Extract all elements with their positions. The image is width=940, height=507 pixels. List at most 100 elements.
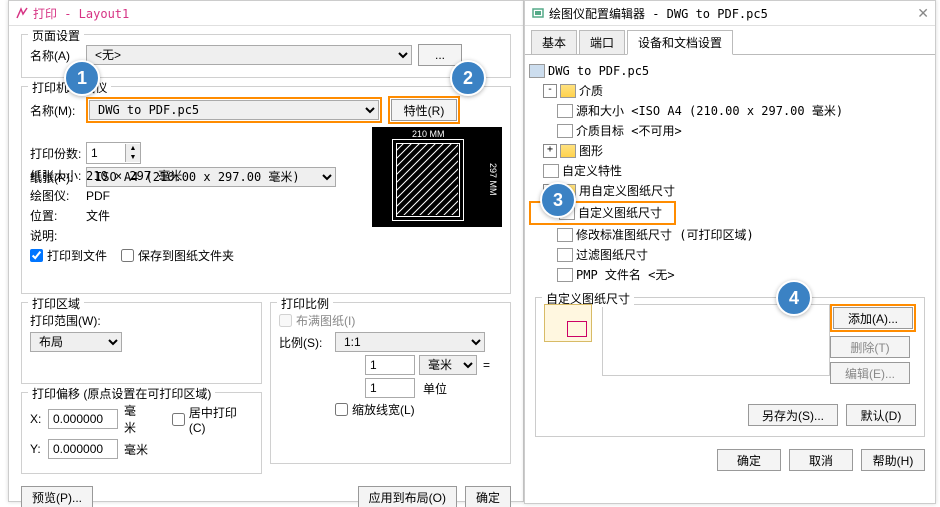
page-icon <box>557 124 573 138</box>
unit-text: 单位 <box>423 380 447 397</box>
pv-hatch <box>372 127 502 227</box>
y-unit: 毫米 <box>124 441 148 458</box>
copies-input[interactable] <box>87 144 125 162</box>
copies-spinner[interactable]: ▲▼ <box>86 142 141 164</box>
page-icon <box>543 164 559 178</box>
tree-filter[interactable]: 过滤图纸尺寸 <box>576 245 648 265</box>
paper-size-label: 纸张大小: <box>30 167 86 184</box>
tree-mod-std[interactable]: 修改标准图纸尺寸 (可打印区域) <box>576 225 754 245</box>
tab-basic[interactable]: 基本 <box>531 30 577 54</box>
scale-unit-select[interactable]: 毫米 <box>419 355 477 375</box>
expand-icon[interactable]: + <box>543 144 557 158</box>
equals-label: = <box>483 358 490 372</box>
plotter-label: 绘图仪: <box>30 187 86 204</box>
marker-1: 1 <box>64 60 100 96</box>
plotter-value: PDF <box>86 189 110 203</box>
apply-layout-button[interactable]: 应用到布局(O) <box>358 486 457 507</box>
paper-preview: 210 MM 297 MM <box>372 127 502 227</box>
fit-paper-check[interactable]: 布满图纸(I) <box>279 312 355 329</box>
printer-group: 打印机/绘图仪 名称(M): DWG to PDF.pc5 特性(R) 纸张(P… <box>21 86 511 294</box>
page-icon <box>557 268 573 282</box>
print-to-file-check[interactable]: 打印到文件 <box>30 247 107 264</box>
pad2 <box>279 381 335 395</box>
window-title: 打印 - Layout1 <box>33 5 129 22</box>
page-name-select[interactable]: <无> <box>86 45 412 65</box>
tree-custom-props[interactable]: 自定义特性 <box>562 161 622 181</box>
center-print-check[interactable]: 居中打印(C) <box>172 404 253 435</box>
scale-title: 打印比例 <box>277 295 333 312</box>
plotter-window-title: 绘图仪配置编辑器 - DWG to PDF.pc5 <box>549 5 768 22</box>
tree-source-size[interactable]: 源和大小 <ISO A4 (210.00 x 297.00 毫米) <box>576 101 843 121</box>
help-button[interactable]: 帮助(H) <box>861 449 925 471</box>
scale-group: 打印比例 布满图纸(I) 比例(S): 1:1 毫米 = <box>270 302 511 464</box>
y-label: Y: <box>30 442 48 456</box>
page-icon <box>557 248 573 262</box>
paper-size-value: 210 × 297 毫米 <box>86 167 182 184</box>
highlight-4: 添加(A)... <box>830 304 916 332</box>
delete-size-button[interactable]: 删除(T) <box>830 336 910 358</box>
plotter-config-dialog: 绘图仪配置编辑器 - DWG to PDF.pc5 ✕ 基本 端口 设备和文档设… <box>524 0 936 504</box>
note-label: 说明: <box>30 227 86 244</box>
y-input[interactable] <box>48 439 118 459</box>
add-size-button[interactable]: 添加(A)... <box>833 307 913 329</box>
save-to-folder-check[interactable]: 保存到图纸文件夹 <box>121 247 234 264</box>
position-value: 文件 <box>86 207 110 224</box>
preview-button[interactable]: 预览(P)... <box>21 486 93 507</box>
position-label: 位置: <box>30 207 86 224</box>
print-area-group: 打印区域 打印范围(W): 布局 <box>21 302 262 384</box>
copies-label: 打印份数: <box>30 145 86 162</box>
config-tree[interactable]: DWG to PDF.pc5 - 介质 源和大小 <ISO A4 (210.00 … <box>525 55 935 291</box>
plotter-titlebar[interactable]: 绘图仪配置编辑器 - DWG to PDF.pc5 ✕ <box>525 1 935 26</box>
expand-icon[interactable]: - <box>543 84 557 98</box>
tab-bar: 基本 端口 设备和文档设置 <box>525 30 935 55</box>
tree-user-paper[interactable]: 用自定义图纸尺寸 <box>579 181 675 201</box>
custom-size-panel: 自定义图纸尺寸 添加(A)... 删除(T) 编辑(E)... 另存为(S)..… <box>535 297 925 437</box>
print-area-title: 打印区域 <box>28 295 84 312</box>
paper-thumb-icon <box>544 304 592 342</box>
titlebar[interactable]: 打印 - Layout1 <box>9 1 523 26</box>
stage: { "markers": {"m1":"1","m2":"2","m3":"3"… <box>0 0 940 507</box>
folder-icon <box>560 144 576 158</box>
tab-device[interactable]: 设备和文档设置 <box>627 30 733 55</box>
spinner-arrows[interactable]: ▲▼ <box>125 144 140 162</box>
highlight-1: DWG to PDF.pc5 <box>86 97 382 123</box>
tree-pmp[interactable]: PMP 文件名 <无> <box>576 265 675 285</box>
app-icon <box>15 6 29 20</box>
highlight-2: 特性(R) <box>388 96 460 124</box>
save-as-button[interactable]: 另存为(S)... <box>748 404 838 426</box>
page-icon <box>557 228 573 242</box>
ok-button[interactable]: 确定 <box>717 449 781 471</box>
marker-4: 4 <box>776 280 812 316</box>
offset-group: 打印偏移 (原点设置在可打印区域) X: 毫米 居中打印(C) Y: 毫米 <box>21 392 262 474</box>
pad <box>279 358 335 372</box>
scale-den-input[interactable] <box>365 378 415 398</box>
pad3 <box>279 403 335 417</box>
page-setup-dots-button[interactable]: ... <box>418 44 462 66</box>
tree-graphics[interactable]: 图形 <box>579 141 603 161</box>
scale-label: 比例(S): <box>279 334 335 351</box>
close-icon[interactable]: ✕ <box>917 5 929 22</box>
tree-root[interactable]: DWG to PDF.pc5 <box>548 61 649 81</box>
scale-num-input[interactable] <box>365 355 415 375</box>
marker-3: 3 <box>540 182 576 218</box>
marker-2: 2 <box>450 60 486 96</box>
x-input[interactable] <box>48 409 118 429</box>
folder-icon <box>560 84 576 98</box>
printer-name-select[interactable]: DWG to PDF.pc5 <box>89 100 379 120</box>
edit-size-button[interactable]: 编辑(E)... <box>830 362 910 384</box>
printer-properties-button[interactable]: 特性(R) <box>391 99 457 121</box>
tree-media[interactable]: 介质 <box>579 81 603 101</box>
default-button[interactable]: 默认(D) <box>846 404 916 426</box>
page-setup-title: 页面设置 <box>28 27 84 44</box>
printer-icon <box>529 64 545 78</box>
print-body: 页面设置 名称(A) <无> ... 打印机/绘图仪 名称(M): DWG to… <box>9 26 523 507</box>
x-unit: 毫米 <box>124 402 148 436</box>
tab-port[interactable]: 端口 <box>579 30 625 54</box>
cancel-button[interactable]: 取消 <box>789 449 853 471</box>
print-range-select[interactable]: 布局 <box>30 332 122 352</box>
tree-custom-size[interactable]: 自定义图纸尺寸 <box>578 203 662 223</box>
ok-button[interactable]: 确定 <box>465 486 511 507</box>
scale-lineweight-check[interactable]: 缩放线宽(L) <box>335 401 415 418</box>
scale-select[interactable]: 1:1 <box>335 332 485 352</box>
tree-media-target[interactable]: 介质目标 <不可用> <box>576 121 682 141</box>
